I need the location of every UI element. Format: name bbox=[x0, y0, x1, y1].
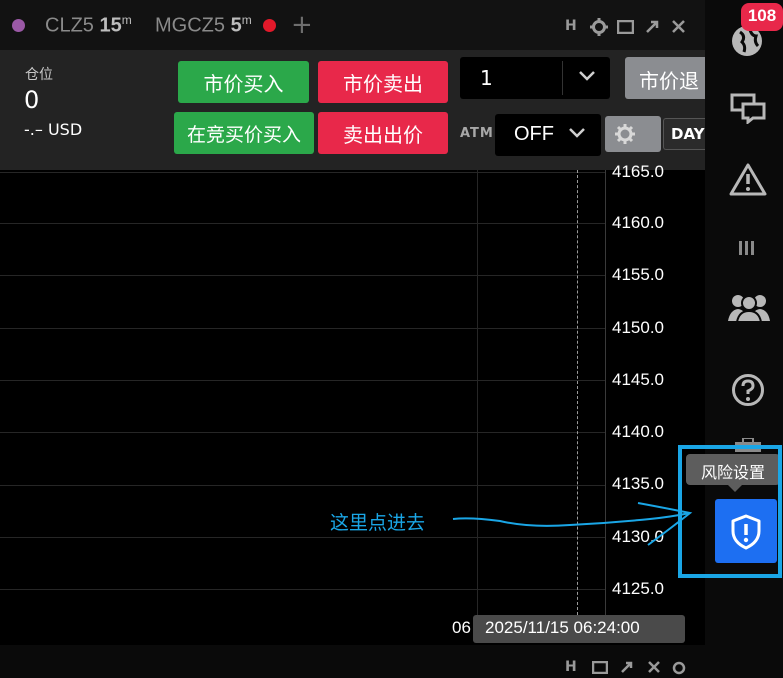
chart-tab-strip: CLZ5 15m MGCZ5 5m + H bbox=[0, 0, 705, 50]
gridline bbox=[0, 380, 605, 381]
sell-ask-button[interactable]: 卖出出价 bbox=[318, 112, 448, 154]
buy-market-button[interactable]: 市价买入 bbox=[178, 61, 309, 103]
position-pnl: -.– USD bbox=[24, 120, 83, 139]
sell-market-button[interactable]: 市价卖出 bbox=[318, 61, 448, 103]
gear-icon bbox=[615, 124, 635, 144]
price-chart[interactable]: 4165.0 4160.0 4155.0 4150.0 4145.0 4140.… bbox=[0, 162, 705, 645]
y-tick: 4160.0 bbox=[612, 213, 664, 232]
gridline bbox=[0, 432, 605, 433]
warning-icon[interactable] bbox=[729, 162, 767, 196]
gridline bbox=[0, 172, 605, 173]
tab-symbol: CLZ5 bbox=[45, 14, 94, 37]
atm-label: ATM bbox=[460, 126, 494, 141]
tab-unit: m bbox=[121, 13, 132, 27]
tab-status-dot-icon bbox=[263, 19, 276, 32]
close-icon[interactable] bbox=[647, 660, 661, 674]
tab-clz5[interactable]: CLZ5 15m bbox=[45, 13, 132, 38]
add-tab-button[interactable]: + bbox=[291, 10, 313, 40]
position-label: 仓位 bbox=[25, 67, 53, 83]
y-tick: 4140.0 bbox=[612, 422, 664, 441]
y-tick: 4150.0 bbox=[612, 318, 664, 337]
tab-interval: 5 bbox=[230, 14, 242, 37]
gridline bbox=[0, 485, 605, 486]
settings-gear-icon[interactable] bbox=[671, 660, 687, 676]
tab-mgcz5[interactable]: MGCZ5 5m bbox=[155, 13, 252, 38]
window-h-button[interactable]: H bbox=[565, 659, 577, 675]
quantity-selector[interactable]: 1 bbox=[460, 57, 610, 99]
gridline bbox=[0, 275, 605, 276]
exit-market-button[interactable]: 市价退 bbox=[625, 57, 705, 99]
gridline bbox=[0, 223, 605, 224]
annotation-text: 这里点进去 bbox=[330, 512, 426, 534]
tab-interval: 15 bbox=[99, 14, 122, 37]
window-minimize-icon[interactable] bbox=[617, 20, 634, 34]
help-icon[interactable] bbox=[731, 373, 765, 407]
gridline bbox=[0, 328, 605, 329]
y-tick: 4165.0 bbox=[612, 162, 664, 181]
y-tick: 4125.0 bbox=[612, 579, 664, 598]
popout-icon[interactable] bbox=[645, 19, 660, 34]
settings-gear-icon[interactable] bbox=[590, 18, 608, 36]
chevron-down-icon[interactable] bbox=[578, 70, 596, 82]
window-minimize-icon[interactable] bbox=[592, 661, 608, 674]
atm-value: OFF bbox=[514, 123, 554, 145]
annotation-arrow bbox=[452, 502, 693, 546]
buy-bid-button[interactable]: 在竞买价买入 bbox=[174, 112, 314, 154]
quantity-value: 1 bbox=[480, 66, 493, 90]
y-tick: 4155.0 bbox=[612, 265, 664, 284]
gridline bbox=[0, 589, 605, 590]
notification-badge: 108 bbox=[741, 3, 783, 31]
bars-icon[interactable] bbox=[738, 240, 756, 256]
atm-settings-button[interactable] bbox=[605, 116, 661, 152]
divider bbox=[562, 61, 563, 95]
tab-symbol: MGCZ5 bbox=[155, 14, 225, 37]
window-h-button[interactable]: H bbox=[565, 18, 577, 34]
close-icon[interactable] bbox=[671, 19, 686, 34]
atm-select[interactable]: OFF bbox=[495, 114, 601, 156]
tab-unit: m bbox=[241, 13, 252, 27]
x-tick: 06 bbox=[452, 618, 471, 637]
tab-dot-icon bbox=[12, 19, 25, 32]
chat-icon[interactable] bbox=[729, 92, 767, 124]
order-entry-panel: 仓位 0 -.– USD 市价买入 市价卖出 在竞买价买入 卖出出价 1 市价退… bbox=[0, 50, 705, 170]
y-tick: 4135.0 bbox=[612, 474, 664, 493]
position-value: 0 bbox=[24, 86, 40, 114]
people-icon[interactable] bbox=[727, 292, 771, 322]
tif-button[interactable]: DAY bbox=[663, 118, 705, 150]
y-tick: 4145.0 bbox=[612, 370, 664, 389]
crosshair-time-label: 2025/11/15 06:24:00 bbox=[473, 615, 685, 643]
chevron-down-icon bbox=[569, 128, 585, 138]
popout-icon[interactable] bbox=[620, 660, 634, 674]
bottom-panel-header: H bbox=[0, 645, 705, 678]
